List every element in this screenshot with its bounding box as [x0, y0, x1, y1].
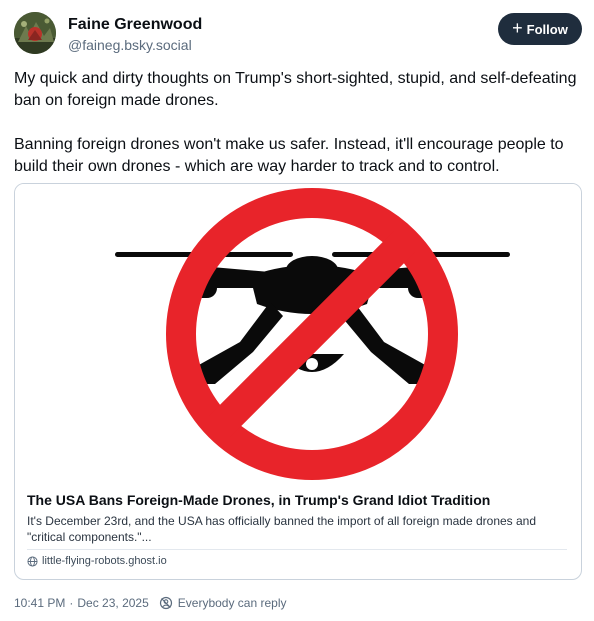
plus-icon: + [512, 18, 523, 38]
reply-settings-icon [159, 596, 172, 610]
post-date[interactable]: Dec 23, 2025 [77, 596, 148, 610]
link-card-domain-text: little-flying-robots.ghost.io [42, 555, 167, 567]
post-paragraph: My quick and dirty thoughts on Trump's s… [14, 70, 577, 109]
follow-button-label: Follow [526, 21, 568, 37]
post-time[interactable]: 10:41 PM [14, 596, 65, 610]
avatar[interactable] [14, 12, 56, 54]
link-card-image [15, 184, 581, 480]
no-drones-icon [115, 188, 510, 480]
post-paragraph: Banning foreign drones won't make us saf… [14, 136, 564, 175]
post-footer: 10:41 PM · Dec 23, 2025 Everybody can re… [14, 596, 287, 610]
author-handle[interactable]: @faineg.bsky.social [68, 36, 202, 54]
footer-separator: · [69, 596, 74, 610]
globe-icon [27, 555, 38, 567]
link-card[interactable]: The USA Bans Foreign-Made Drones, in Tru… [14, 183, 582, 580]
author-block: Faine Greenwood @faineg.bsky.social [68, 16, 202, 54]
link-card-title[interactable]: The USA Bans Foreign-Made Drones, in Tru… [27, 491, 567, 509]
link-card-description: It's December 23rd, and the USA has offi… [27, 514, 537, 544]
link-card-domain[interactable]: little-flying-robots.ghost.io [27, 555, 167, 567]
post-text: My quick and dirty thoughts on Trump's s… [14, 68, 582, 178]
follow-button[interactable]: + Follow [498, 13, 582, 45]
link-card-divider [27, 549, 567, 550]
author-name[interactable]: Faine Greenwood [68, 16, 202, 34]
reply-setting[interactable]: Everybody can reply [159, 596, 287, 610]
link-card-info: The USA Bans Foreign-Made Drones, in Tru… [27, 491, 567, 545]
avatar-image [14, 12, 56, 54]
reply-setting-label: Everybody can reply [177, 596, 287, 610]
post: Faine Greenwood @faineg.bsky.social + Fo… [0, 0, 594, 621]
